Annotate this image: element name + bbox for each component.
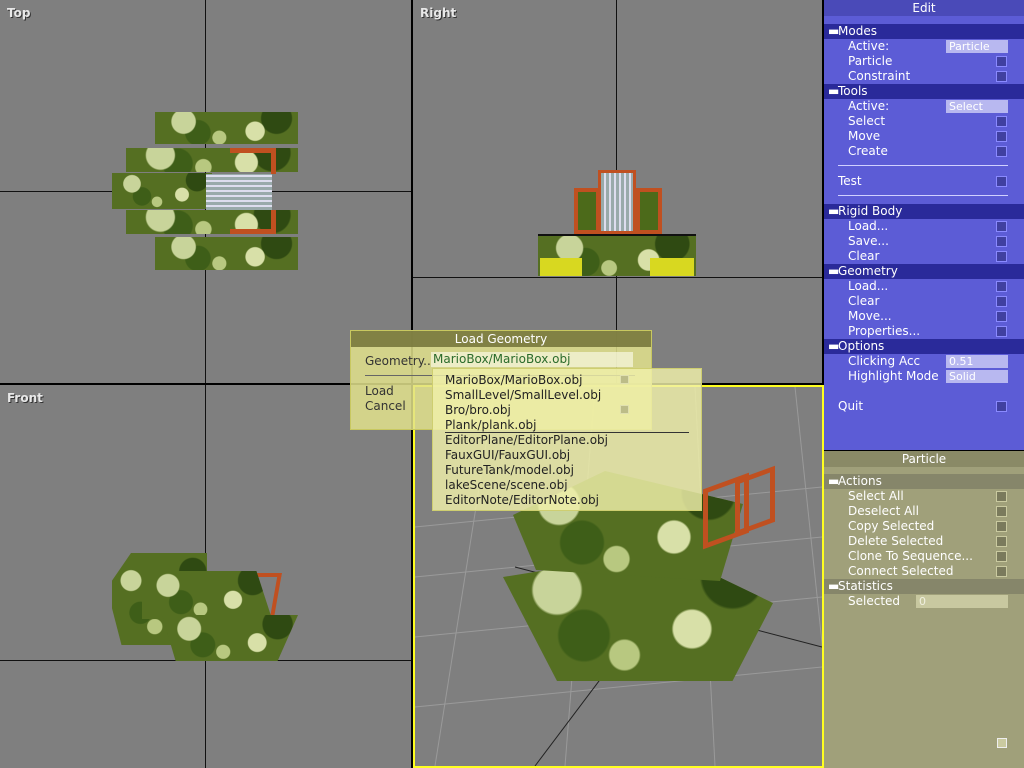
dropdown-option[interactable]: FauxGUI/FauxGUI.obj (445, 448, 570, 463)
collapse-icon[interactable]: ▬ (828, 579, 839, 594)
action-delete-selected[interactable]: Delete Selected (824, 534, 1024, 549)
section-statistics[interactable]: ▬ Statistics (824, 579, 1024, 594)
collapse-icon[interactable]: ▬ (828, 474, 839, 489)
selected-count-field: 0 (916, 595, 1008, 608)
clicking-acc-field[interactable]: 0.51 (946, 355, 1008, 368)
toggle-icon[interactable] (996, 146, 1007, 157)
scroll-up-icon[interactable] (620, 375, 629, 384)
particle-panel: Particle ▬ Actions Select All Deselect A… (824, 451, 1024, 768)
collapse-icon[interactable]: ▬ (828, 339, 839, 354)
toggle-icon[interactable] (996, 116, 1007, 127)
tool-create[interactable]: Create (824, 144, 1024, 159)
toggle-icon[interactable] (996, 71, 1007, 82)
viewport-front[interactable]: Front (0, 385, 411, 768)
dropdown-option[interactable]: EditorNote/EditorNote.obj (445, 493, 599, 508)
dropdown-option[interactable]: lakeScene/scene.obj (445, 478, 568, 493)
collapse-icon[interactable]: ▬ (828, 264, 839, 279)
tank-model-top (112, 112, 298, 270)
tool-select[interactable]: Select (824, 114, 1024, 129)
geometry-label: Geometry.. (365, 354, 431, 368)
section-modes[interactable]: ▬ Modes (824, 24, 1024, 39)
dropdown-option[interactable]: Bro/bro.obj (445, 403, 511, 418)
load-button[interactable]: Load (365, 384, 394, 398)
test-button[interactable]: Test (824, 174, 1024, 189)
section-options[interactable]: ▬ Options (824, 339, 1024, 354)
toggle-icon[interactable] (996, 311, 1007, 322)
scroll-thumb-icon[interactable] (620, 405, 629, 414)
section-tools[interactable]: ▬ Tools (824, 84, 1024, 99)
action-select-all[interactable]: Select All (824, 489, 1024, 504)
action-connect-selected[interactable]: Connect Selected (824, 564, 1024, 579)
stat-selected: Selected 0 (824, 594, 1024, 609)
mode-particle[interactable]: Particle (824, 54, 1024, 69)
cancel-button[interactable]: Cancel (365, 399, 406, 413)
toggle-icon[interactable] (996, 221, 1007, 232)
dropdown-option[interactable]: Plank/plank.obj (445, 418, 537, 433)
section-rigid-body[interactable]: ▬ Rigid Body (824, 204, 1024, 219)
toggle-icon[interactable] (996, 521, 1007, 532)
dialog-title: Load Geometry (351, 331, 651, 347)
tank-model-front (112, 553, 298, 663)
tools-active-value[interactable]: Select (946, 100, 1008, 113)
edit-panel: Edit ▬ Modes Active: Particle Particle C… (824, 0, 1024, 450)
collapse-icon[interactable]: ▬ (828, 24, 839, 39)
option-clicking-acc: Clicking Acc 0.51 (824, 354, 1024, 369)
toggle-icon[interactable] (996, 236, 1007, 247)
section-geometry[interactable]: ▬ Geometry (824, 264, 1024, 279)
rigid-body-save[interactable]: Save... (824, 234, 1024, 249)
highlight-mode-field[interactable]: Solid (946, 370, 1008, 383)
toggle-icon[interactable] (996, 536, 1007, 547)
action-clone-to-sequence[interactable]: Clone To Sequence... (824, 549, 1024, 564)
toggle-icon[interactable] (996, 491, 1007, 502)
tank-model-right (538, 170, 696, 278)
toggle-icon[interactable] (996, 551, 1007, 562)
toggle-icon[interactable] (996, 296, 1007, 307)
toggle-icon[interactable] (996, 326, 1007, 337)
viewport-top-label: Top (7, 6, 31, 20)
divider (838, 165, 1008, 166)
quit-button[interactable]: Quit (824, 399, 1024, 414)
rigid-body-load[interactable]: Load... (824, 219, 1024, 234)
collapse-icon[interactable]: ▬ (828, 84, 839, 99)
tools-active-row: Active: Select (824, 99, 1024, 114)
toggle-icon[interactable] (996, 176, 1007, 187)
geometry-load[interactable]: Load... (824, 279, 1024, 294)
action-copy-selected[interactable]: Copy Selected (824, 519, 1024, 534)
toggle-icon[interactable] (996, 281, 1007, 292)
divider (838, 195, 1008, 196)
toggle-icon[interactable] (996, 566, 1007, 577)
dropdown-option[interactable]: SmallLevel/SmallLevel.obj (445, 388, 601, 403)
toggle-icon[interactable] (996, 131, 1007, 142)
toggle-icon[interactable] (996, 251, 1007, 262)
geometry-select[interactable]: MarioBox/MarioBox.obj (431, 352, 633, 367)
dropdown-option[interactable]: MarioBox/MarioBox.obj (445, 373, 582, 388)
geometry-clear[interactable]: Clear (824, 294, 1024, 309)
geometry-dropdown-list: MarioBox/MarioBox.obj SmallLevel/SmallLe… (432, 368, 702, 511)
collapse-icon[interactable]: ▬ (828, 204, 839, 219)
modes-active-row: Active: Particle (824, 39, 1024, 54)
edit-panel-title: Edit (824, 0, 1024, 16)
viewport-right[interactable]: Right (413, 0, 822, 383)
viewport-front-label: Front (7, 391, 43, 405)
toggle-icon[interactable] (996, 401, 1007, 412)
toggle-icon[interactable] (996, 56, 1007, 67)
viewport-top[interactable]: Top (0, 0, 411, 383)
tool-move[interactable]: Move (824, 129, 1024, 144)
toggle-icon[interactable] (996, 506, 1007, 517)
action-deselect-all[interactable]: Deselect All (824, 504, 1024, 519)
resize-handle-icon[interactable] (997, 738, 1007, 748)
modes-active-value[interactable]: Particle (946, 40, 1008, 53)
option-highlight-mode: Highlight Mode Solid (824, 369, 1024, 384)
viewport-right-label: Right (420, 6, 457, 20)
section-actions[interactable]: ▬ Actions (824, 474, 1024, 489)
mode-constraint[interactable]: Constraint (824, 69, 1024, 84)
geometry-move[interactable]: Move... (824, 309, 1024, 324)
dropdown-option[interactable]: FutureTank/model.obj (445, 463, 574, 478)
particle-panel-title: Particle (824, 451, 1024, 467)
dropdown-option[interactable]: EditorPlane/EditorPlane.obj (445, 433, 608, 448)
geometry-properties[interactable]: Properties... (824, 324, 1024, 339)
rigid-body-clear[interactable]: Clear (824, 249, 1024, 264)
